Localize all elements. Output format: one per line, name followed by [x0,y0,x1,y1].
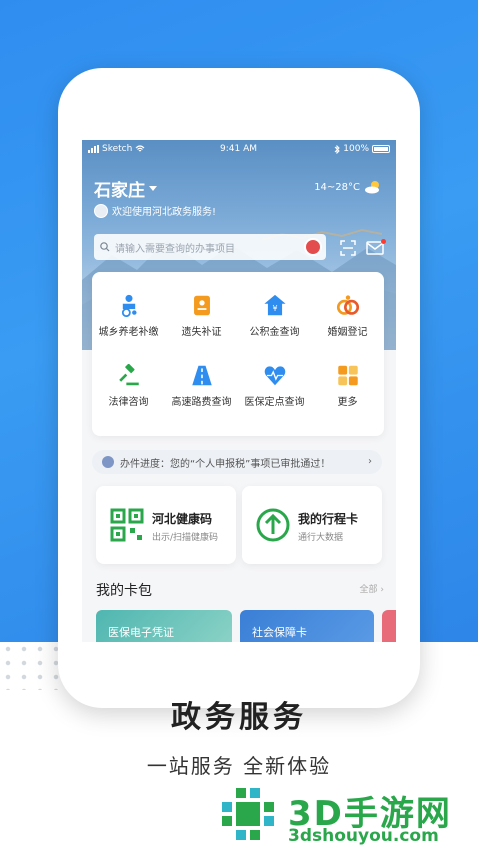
service-item-elderly[interactable]: 城乡养老补缴 [92,272,165,338]
search-placeholder: 请输入需要查询的办事项目 [115,243,235,255]
watermark-logo-icon [222,788,274,840]
trip-card[interactable]: 我的行程卡 通行大数据 [242,486,382,564]
card-title: 我的行程卡 [298,512,359,526]
service-item-marriage[interactable]: 婚姻登记 [311,272,384,338]
tagline: 一站服务 全新体验 [146,754,332,778]
health-code-card[interactable]: 河北健康码 出示/扫描健康码 [96,486,236,564]
notification-dot [381,239,386,244]
heart-pulse-icon [264,366,285,386]
wallet-title: 我的卡包 [96,583,152,599]
arrow-up-circle-icon [256,508,290,542]
welcome-row: 欢迎使用河北政务服务! [94,203,216,218]
search-icon [100,242,110,252]
all-label: 全部 [359,585,378,595]
search-input[interactable]: 请输入需要查询的办事项目 [94,234,326,260]
signal-icon [88,145,99,153]
status-bar: Sketch 9:41 AM 100% [82,140,396,160]
document-icon [193,295,210,316]
service-item-medical[interactable]: 医保定点查询 [238,342,311,408]
chevron-down-icon [149,186,157,191]
service-item-highway[interactable]: 高速路费查询 [165,342,238,408]
welcome-text: 欢迎使用河北政务服务! [112,207,217,218]
avatar[interactable] [94,203,108,218]
service-item-document[interactable]: 遗失补证 [165,272,238,338]
medical-insurance-card[interactable]: 医保电子凭证 [96,610,232,642]
temperature-label: 14~28°C [314,181,360,193]
emblem-icon [304,238,322,256]
cloudy-sun-icon [365,181,379,194]
battery-percent: 100% [343,144,369,154]
bluetooth-icon [334,144,340,154]
elderly-icon [121,294,137,317]
extra-card[interactable] [382,610,396,642]
service-label: 医保定点查询 [244,397,305,408]
gavel-icon [118,364,139,386]
chevron-right-icon: › [368,456,372,467]
wallet-all-link[interactable]: 全部 › [360,582,384,595]
scan-icon[interactable] [340,240,356,256]
headline: 政务服务 [171,700,307,735]
service-label: 城乡养老补缴 [98,327,159,338]
app-screen: Sketch 9:41 AM 100% 石家庄 14~28°C 欢迎使用河北政务… [82,140,396,642]
qr-code-icon [110,508,144,542]
highway-icon [191,365,212,386]
service-label: 婚姻登记 [327,327,368,338]
carrier-label: Sketch [102,144,133,154]
card-title: 河北健康码 [152,512,213,526]
time-label: 9:41 AM [220,144,257,154]
social-security-card[interactable]: 社会保障卡 [240,610,374,642]
service-label: 公积金查询 [249,327,300,338]
card-name: 医保电子凭证 [108,626,174,639]
battery-icon [372,145,390,153]
service-item-legal[interactable]: 法律咨询 [92,342,165,408]
message-icon [102,456,114,468]
service-label: 更多 [337,397,358,408]
weather-widget: 14~28°C [314,180,382,194]
watermark-domain: 3dshouyou.com [288,826,439,846]
marriage-icon [336,295,359,315]
service-grid: 城乡养老补缴 遗失补证 ¥ 公积金查询 婚姻登记 法律咨询 高速路费查询 医保定… [92,272,384,436]
more-grid-icon [337,365,358,386]
svg-text:¥: ¥ [272,304,277,313]
service-label: 高速路费查询 [171,397,232,408]
card-subtitle: 出示/扫描健康码 [152,533,219,543]
city-selector[interactable]: 石家庄 [94,176,157,201]
house-yuan-icon: ¥ [263,294,286,316]
card-name: 社会保障卡 [252,626,307,639]
notice-text: 办件进度：您的“个人申报税”事项已审批通过！ [120,458,331,470]
service-item-more[interactable]: 更多 [311,342,384,408]
service-label: 法律咨询 [108,397,149,408]
service-item-fund[interactable]: ¥ 公积金查询 [238,272,311,338]
progress-notice[interactable]: 办件进度：您的“个人申报税”事项已审批通过！ › [92,450,382,474]
service-label: 遗失补证 [181,327,222,338]
city-label: 石家庄 [94,181,145,201]
watermark: 3D手游网 3dshouyou.com [218,784,476,848]
wifi-icon [135,145,145,152]
card-subtitle: 通行大数据 [298,533,344,543]
